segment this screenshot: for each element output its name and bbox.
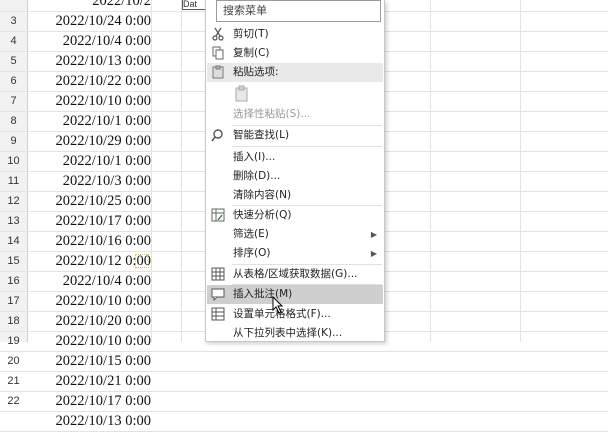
row-number[interactable]: 8 xyxy=(0,112,27,131)
context-menu: 搜索菜单 剪切(T) 复制(C) 粘贴选项: 选择性粘贴(S)... 智能查找(… xyxy=(205,0,385,342)
date-cell[interactable]: 2022/10/3 0:00 xyxy=(28,172,151,191)
row-number[interactable]: 3 xyxy=(0,12,27,31)
menu-item-filter-label: 筛选(E) xyxy=(233,228,269,240)
paste-options-header: 粘贴选项: xyxy=(207,63,383,82)
date-cell[interactable]: 2022/10/21 0:00 xyxy=(28,372,151,391)
mouse-cursor-icon xyxy=(272,296,284,314)
menu-item-format-cells[interactable]: 设置单元格格式(F)... xyxy=(207,305,383,324)
date-cell[interactable]: 2022/10/25 0:00 xyxy=(28,192,151,211)
menu-item-insert-comment[interactable]: 插入批注(M) xyxy=(207,285,383,304)
row-number[interactable]: 22 xyxy=(0,392,27,411)
menu-item-pick-from-list[interactable]: 从下拉列表中选择(K)... xyxy=(207,324,383,341)
menu-item-smart-lookup-label: 智能查找(L) xyxy=(233,129,290,141)
date-cell[interactable]: 2022/10/4 0:00 xyxy=(28,272,151,291)
menu-item-smart-lookup[interactable]: 智能查找(L) xyxy=(207,126,383,145)
row-number[interactable]: 4 xyxy=(0,32,27,51)
row-number[interactable] xyxy=(0,0,27,11)
row-number[interactable]: 9 xyxy=(0,132,27,151)
clipboard-icon xyxy=(235,85,248,102)
date-cell[interactable]: 2022/10/13 0:00 xyxy=(28,52,151,71)
row-number[interactable]: 11 xyxy=(0,172,27,191)
row-number[interactable]: 18 xyxy=(0,312,27,331)
clipboard-icon xyxy=(211,65,225,79)
row-number[interactable]: 5 xyxy=(0,52,27,71)
paste-button[interactable] xyxy=(233,85,251,103)
menu-item-copy[interactable]: 复制(C) xyxy=(207,44,383,63)
row-number[interactable]: 12 xyxy=(0,192,27,211)
row-number[interactable]: 6 xyxy=(0,72,27,91)
table-row: 21 2022/10/21 0:00 xyxy=(0,372,608,392)
menu-item-quick-analysis-label: 快速分析(Q) xyxy=(233,209,292,221)
menu-item-clear-contents-label: 清除内容(N) xyxy=(233,189,292,201)
row-number[interactable]: 10 xyxy=(0,152,27,171)
copy-marquee xyxy=(135,254,149,268)
menu-item-paste-special-label: 选择性粘贴(S)... xyxy=(233,108,311,120)
format-cells-icon xyxy=(211,307,225,321)
row-number[interactable]: 20 xyxy=(0,352,27,371)
row-number[interactable]: 13 xyxy=(0,212,27,231)
menu-item-sort[interactable]: 排序(O) ▶ xyxy=(207,244,383,263)
menu-item-delete-label: 删除(D)... xyxy=(233,170,281,182)
date-cell[interactable]: 2022/10/20 0:00 xyxy=(28,312,151,331)
row-number[interactable]: 17 xyxy=(0,292,27,311)
menu-item-copy-label: 复制(C) xyxy=(233,47,270,59)
date-cell[interactable]: 2022/10/29 0:00 xyxy=(28,132,151,151)
date-cell[interactable]: 2022/10/24 0:00 xyxy=(28,12,151,31)
date-cell[interactable]: 2022/10/10 0:00 xyxy=(28,92,151,111)
row-number[interactable]: 21 xyxy=(0,372,27,391)
menu-item-get-from-table-label: 从表格/区域获取数据(G)... xyxy=(233,268,358,280)
menu-item-paste-special[interactable]: 选择性粘贴(S)... xyxy=(207,105,383,124)
menu-item-clear-contents[interactable]: 清除内容(N) xyxy=(207,186,383,205)
menu-search-input[interactable]: 搜索菜单 xyxy=(216,0,381,22)
date-cell[interactable]: 2022/10/12 0:00 xyxy=(28,252,151,271)
row-number[interactable]: 7 xyxy=(0,92,27,111)
date-cell[interactable]: 2022/10/17 0:00 xyxy=(28,212,151,231)
date-cell[interactable]: 2022/10/1 0:00 xyxy=(28,112,151,131)
date-cell[interactable]: 2022/10/17 0:00 xyxy=(28,392,151,411)
row-number[interactable]: 16 xyxy=(0,272,27,291)
quick-analysis-icon xyxy=(211,208,225,222)
menu-item-sort-label: 排序(O) xyxy=(233,247,271,259)
date-cell[interactable]: 2022/10/1 0:00 xyxy=(28,152,151,171)
date-cell[interactable]: 2022/10/4 0:00 xyxy=(28,32,151,51)
scissors-icon xyxy=(211,27,225,41)
row-number[interactable]: 15 xyxy=(0,252,27,271)
date-cell[interactable]: 2022/10/16 0:00 xyxy=(28,232,151,251)
menu-item-cut-label: 剪切(T) xyxy=(233,28,269,40)
table-icon xyxy=(211,267,225,281)
table-row: 2022/10/13 0:00 xyxy=(0,412,608,432)
menu-item-cut[interactable]: 剪切(T) xyxy=(207,25,383,44)
date-cell[interactable]: 2022/10/10 0:00 xyxy=(28,292,151,311)
menu-item-get-from-table[interactable]: 从表格/区域获取数据(G)... xyxy=(207,265,383,284)
submenu-arrow-icon: ▶ xyxy=(370,230,377,239)
menu-item-quick-analysis[interactable]: 快速分析(Q) xyxy=(207,206,383,225)
menu-item-pick-from-list-label: 从下拉列表中选择(K)... xyxy=(233,327,343,339)
table-row: 22 2022/10/17 0:00 xyxy=(0,392,608,412)
copy-icon xyxy=(211,46,225,60)
row-number[interactable] xyxy=(0,412,27,431)
date-cell[interactable]: 2022/10/15 0:00 xyxy=(28,352,151,371)
table-row: 20 2022/10/15 0:00 xyxy=(0,352,608,372)
menu-item-insert-label: 插入(I)... xyxy=(233,151,276,163)
date-cell[interactable]: 2022/10/2 xyxy=(28,0,151,11)
date-cell[interactable]: 2022/10/13 0:00 xyxy=(28,412,151,431)
menu-item-filter[interactable]: 筛选(E) ▶ xyxy=(207,225,383,244)
menu-item-insert[interactable]: 插入(I)... xyxy=(207,148,383,167)
submenu-arrow-icon: ▶ xyxy=(370,249,377,258)
paste-options-label: 粘贴选项: xyxy=(233,66,279,78)
menu-separator xyxy=(232,146,382,147)
row-number[interactable]: 14 xyxy=(0,232,27,251)
comment-icon xyxy=(211,287,225,302)
magnifier-icon xyxy=(211,128,225,142)
menu-item-delete[interactable]: 删除(D)... xyxy=(207,167,383,186)
date-cell[interactable]: 2022/10/22 0:00 xyxy=(28,72,151,91)
